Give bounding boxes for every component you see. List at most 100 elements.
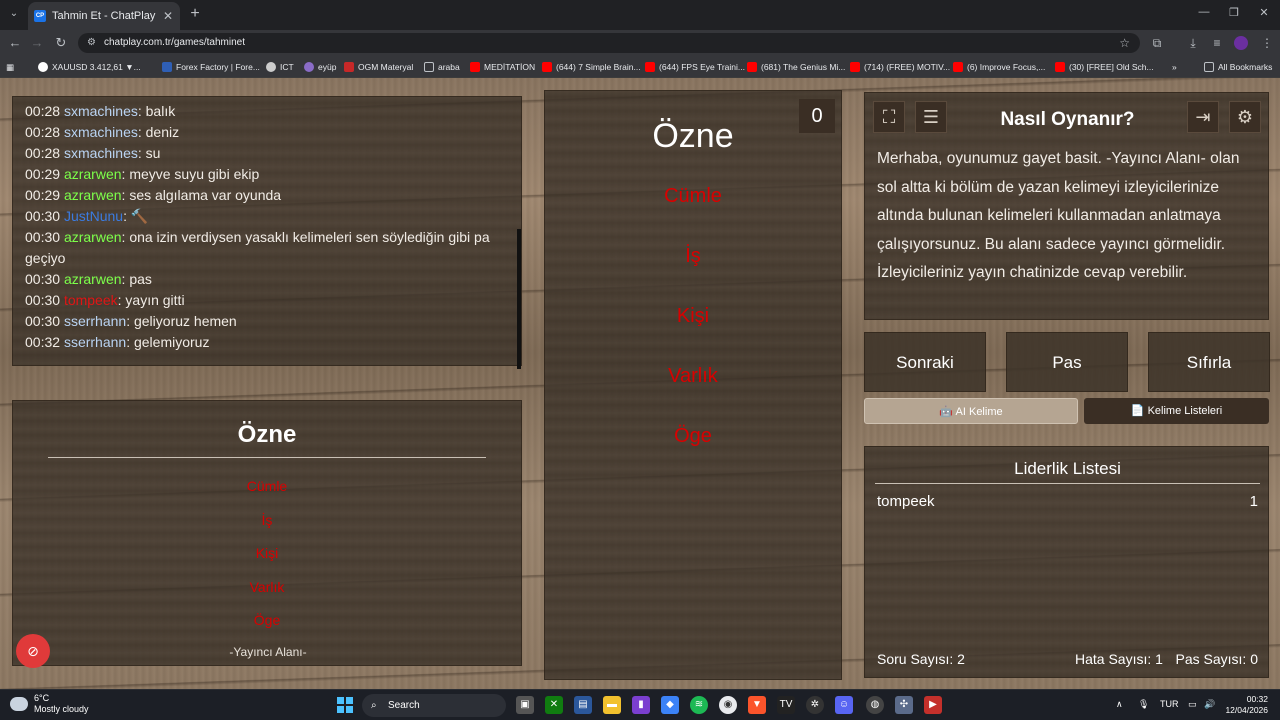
- new-tab-icon[interactable]: +: [186, 5, 204, 23]
- bookmark-icon: [162, 62, 172, 72]
- pass-button[interactable]: Pas: [1006, 332, 1128, 392]
- bookmark-5[interactable]: araba: [424, 60, 460, 74]
- profile-avatar[interactable]: [1234, 36, 1248, 50]
- tradingview-icon[interactable]: TV: [777, 696, 795, 714]
- bookmark-6[interactable]: MEDİTATİON: [470, 60, 535, 74]
- bookmark-12[interactable]: (30) [FREE] Old Sch...: [1055, 60, 1154, 74]
- bookmark-3[interactable]: eyüp: [304, 60, 336, 74]
- chat-username[interactable]: JustNunu: [64, 208, 123, 224]
- browser-tab[interactable]: CP Tahmin Et - ChatPlay ✕: [28, 2, 180, 30]
- download-icon[interactable]: ⤓: [1184, 34, 1202, 52]
- youtube-icon: [470, 62, 480, 72]
- bookmark-2[interactable]: ICT: [266, 60, 294, 74]
- app-icon[interactable]: ✣: [895, 696, 913, 714]
- mute-icon[interactable]: ⊘: [16, 634, 50, 668]
- chat-text: geliyoruz hemen: [133, 313, 237, 329]
- tab-close-icon[interactable]: ✕: [162, 9, 174, 23]
- windows-start-icon[interactable]: [337, 697, 353, 713]
- youtube-icon: [1055, 62, 1065, 72]
- chat-username[interactable]: sserrhann: [64, 334, 126, 350]
- cloud-icon: [10, 697, 28, 711]
- chat-username[interactable]: sxmachines: [64, 103, 138, 119]
- bookmark-4[interactable]: OGM Materyal: [344, 60, 413, 74]
- bookmark-star-icon[interactable]: ☆: [1119, 33, 1130, 53]
- network-icon[interactable]: ▭: [1188, 699, 1197, 710]
- bookmark-10[interactable]: (714) (FREE) MOTIV...: [850, 60, 950, 74]
- tab-word-lists[interactable]: 📄 Kelime Listeleri: [1084, 398, 1269, 424]
- bookmark-1[interactable]: Forex Factory | Fore...: [162, 60, 260, 74]
- chat-timestamp: 00:28: [25, 103, 61, 119]
- copilot-icon[interactable]: ◆: [661, 696, 679, 714]
- tab-ai-word[interactable]: 🤖 AI Kelime: [864, 398, 1078, 424]
- leaderboard-row: tompeek 1: [877, 493, 1258, 510]
- browser-tabbar: ⌄ CP Tahmin Et - ChatPlay ✕ + — ❐ ✕: [0, 0, 1280, 30]
- chat-timestamp: 00:29: [25, 187, 61, 203]
- bookmarks-overflow[interactable]: »: [1172, 60, 1177, 74]
- chat-username[interactable]: sxmachines: [64, 145, 138, 161]
- how-to-play-title: Nasıl Oynanır?: [1000, 109, 1135, 130]
- address-bar[interactable]: ⚙ chatplay.com.tr/games/tahminet ☆: [78, 33, 1140, 53]
- reload-icon[interactable]: ↻: [52, 34, 70, 52]
- forward-icon[interactable]: →: [28, 34, 46, 52]
- tab-title: Tahmin Et - ChatPlay: [52, 10, 156, 22]
- xbox-icon[interactable]: ✕: [545, 696, 563, 714]
- chat-timestamp: 00:32: [25, 334, 61, 350]
- chat-timestamp: 00:29: [25, 166, 61, 182]
- chat-username[interactable]: sserrhann: [64, 313, 126, 329]
- extensions-icon[interactable]: ⧉: [1148, 34, 1166, 52]
- volume-icon[interactable]: 🔊: [1204, 699, 1215, 710]
- app-icon[interactable]: ▮: [632, 696, 650, 714]
- menu-icon[interactable]: ⋮: [1258, 34, 1276, 52]
- chat-username[interactable]: azrarwen: [64, 187, 122, 203]
- chat-scrollbar[interactable]: [517, 229, 521, 369]
- chrome-icon[interactable]: ◉: [719, 696, 737, 714]
- app-icon[interactable]: ▶: [924, 696, 942, 714]
- chatgpt-icon[interactable]: ✲: [806, 696, 824, 714]
- chat-message: 00:30 sserrhann: geliyoruz hemen: [25, 311, 509, 332]
- taskbar-search[interactable]: ⌕ Search: [362, 694, 506, 717]
- chat-username[interactable]: azrarwen: [64, 229, 122, 245]
- site-info-icon[interactable]: ⚙: [87, 33, 96, 53]
- bookmark-9[interactable]: (681) The Genius Mi...: [747, 60, 845, 74]
- bookmark-11[interactable]: (6) Improve Focus,...: [953, 60, 1045, 74]
- all-bookmarks[interactable]: All Bookmarks: [1204, 60, 1272, 74]
- temperature: 6°C: [34, 693, 50, 703]
- search-icon: ⌕: [371, 700, 377, 711]
- chat-separator: :: [126, 313, 134, 329]
- file-explorer-icon[interactable]: ▬: [603, 696, 621, 714]
- microphone-icon[interactable]: 🎙: [1138, 699, 1149, 710]
- media-icon[interactable]: ≡: [1208, 34, 1226, 52]
- language-indicator[interactable]: TUR: [1160, 699, 1179, 709]
- forbidden-word: Öge: [674, 425, 712, 447]
- next-button[interactable]: Sonraki: [864, 332, 986, 392]
- back-icon[interactable]: ←: [6, 34, 24, 52]
- leaderboard-title: Liderlik Listesi: [1014, 459, 1121, 478]
- chat-username[interactable]: azrarwen: [64, 271, 122, 287]
- chat-username[interactable]: tompeek: [64, 292, 118, 308]
- brave-icon[interactable]: ▼: [748, 696, 766, 714]
- tab-search-icon[interactable]: ⌄: [6, 6, 22, 22]
- chat-username[interactable]: sxmachines: [64, 124, 138, 140]
- spotify-icon[interactable]: ≋: [690, 696, 708, 714]
- chat-username[interactable]: azrarwen: [64, 166, 122, 182]
- discord-icon[interactable]: ☺: [835, 696, 853, 714]
- minimize-icon[interactable]: —: [1194, 6, 1214, 18]
- tray-chevron-icon[interactable]: ∧: [1116, 699, 1123, 710]
- bookmarks-bar: ▦ XAUUSD 3.412,61 ▼... Forex Factory | F…: [0, 56, 1280, 78]
- chat-timestamp: 00:30: [25, 208, 61, 224]
- bookmark-8[interactable]: (644) FPS Eye Traini...: [645, 60, 745, 74]
- weather-widget[interactable]: 6°C Mostly cloudy: [10, 693, 89, 715]
- apps-icon[interactable]: ▦: [6, 60, 14, 74]
- window-close-icon[interactable]: ✕: [1254, 6, 1274, 19]
- obs-icon[interactable]: ◍: [866, 696, 884, 714]
- chat-message: 00:28 sxmachines: deniz: [25, 122, 509, 143]
- reset-button[interactable]: Sıfırla: [1148, 332, 1270, 392]
- bookmark-7[interactable]: (644) 7 Simple Brain...: [542, 60, 641, 74]
- task-view-icon[interactable]: ▣: [516, 696, 534, 714]
- restore-icon[interactable]: ❐: [1224, 6, 1244, 19]
- streamer-area: Özne Cümle İş Kişi Varlık Öge -Yayıncı A…: [12, 400, 522, 666]
- bookmark-0[interactable]: XAUUSD 3.412,61 ▼...: [38, 60, 141, 74]
- forbidden-word: Öge: [253, 612, 281, 628]
- clock[interactable]: 00:32 12/04/2026: [1225, 694, 1268, 716]
- photos-icon[interactable]: ▤: [574, 696, 592, 714]
